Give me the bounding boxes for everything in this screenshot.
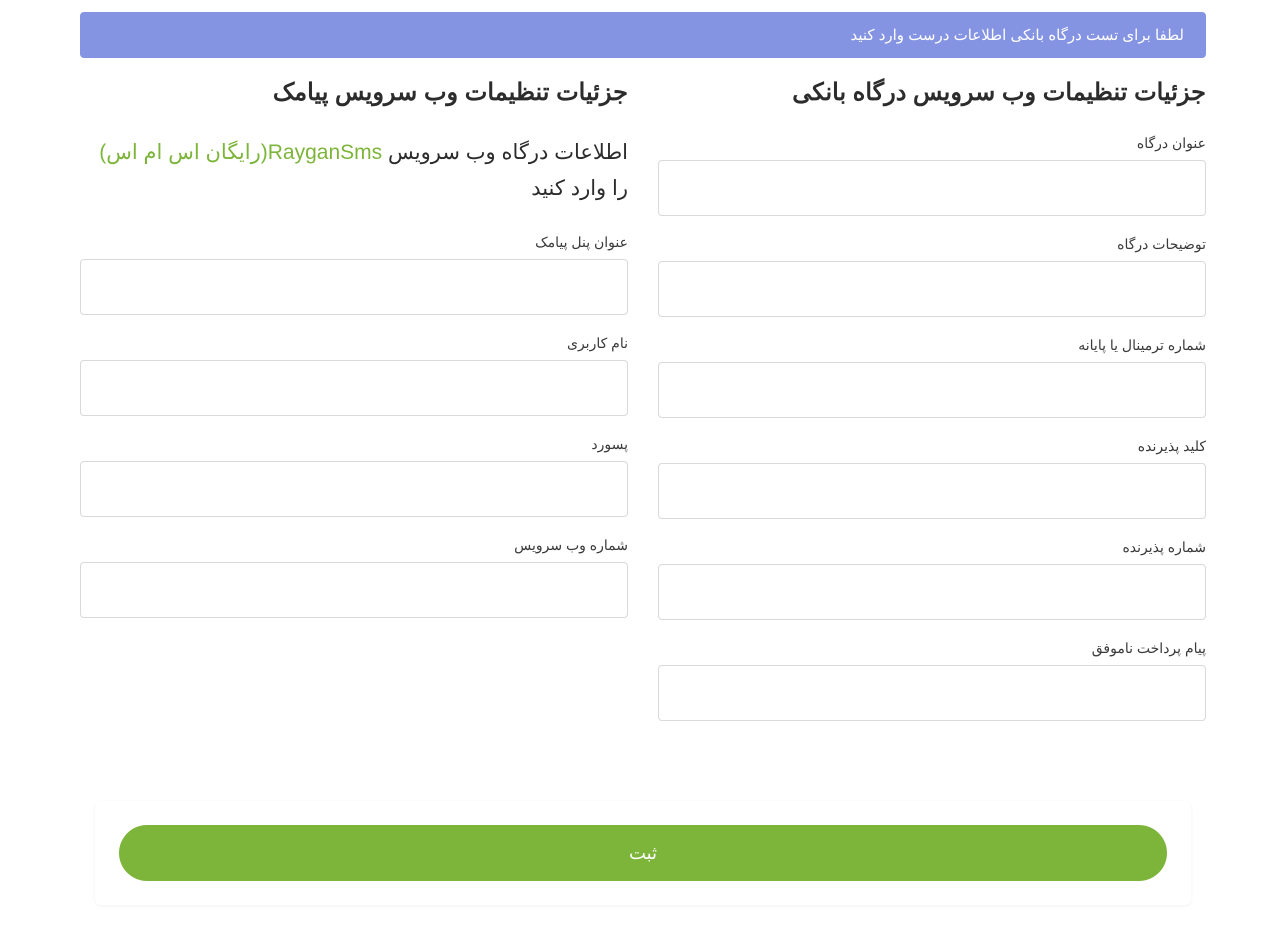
terminal-number-group: شماره ترمینال یا پایانه — [658, 337, 1206, 418]
info-alert: لطفا برای تست درگاه بانکی اطلاعات درست و… — [80, 12, 1206, 58]
acceptor-key-label: کلید پذیرنده — [658, 438, 1206, 455]
sms-service-number-label: شماره وب سرویس — [80, 537, 628, 554]
gateway-description-label: توضیحات درگاه — [658, 236, 1206, 253]
acceptor-number-group: شماره پذیرنده — [658, 539, 1206, 620]
sms-username-group: نام کاربری — [80, 335, 628, 416]
submit-button[interactable]: ثبت — [119, 825, 1167, 881]
acceptor-key-group: کلید پذیرنده — [658, 438, 1206, 519]
sms-subheading: اطلاعات درگاه وب سرویس RayganSms(رایگان … — [80, 135, 628, 206]
alert-text: لطفا برای تست درگاه بانکی اطلاعات درست و… — [850, 27, 1184, 44]
sms-username-label: نام کاربری — [80, 335, 628, 352]
gateway-title-group: عنوان درگاه — [658, 135, 1206, 216]
form-columns: جزئیات تنظیمات وب سرویس درگاه بانکی عنوا… — [80, 78, 1206, 741]
terminal-number-input[interactable] — [658, 362, 1206, 418]
acceptor-key-input[interactable] — [658, 463, 1206, 519]
terminal-number-label: شماره ترمینال یا پایانه — [658, 337, 1206, 354]
fail-message-label: پیام پرداخت ناموفق — [658, 640, 1206, 657]
sms-brand-fa: (رایگان اس ام اس) — [99, 141, 268, 164]
bank-gateway-column: جزئیات تنظیمات وب سرویس درگاه بانکی عنوا… — [658, 78, 1206, 741]
acceptor-number-label: شماره پذیرنده — [658, 539, 1206, 556]
sms-panel-title-group: عنوان پنل پیامک — [80, 234, 628, 315]
sms-service-column: جزئیات تنظیمات وب سرویس پیامک اطلاعات در… — [80, 78, 628, 741]
gateway-title-input[interactable] — [658, 160, 1206, 216]
acceptor-number-input[interactable] — [658, 564, 1206, 620]
submit-card: ثبت — [95, 801, 1191, 905]
sms-password-label: پسورد — [80, 436, 628, 453]
bank-gateway-heading: جزئیات تنظیمات وب سرویس درگاه بانکی — [658, 78, 1206, 107]
fail-message-group: پیام پرداخت ناموفق — [658, 640, 1206, 721]
gateway-description-input[interactable] — [658, 261, 1206, 317]
sms-password-group: پسورد — [80, 436, 628, 517]
sms-password-input[interactable] — [80, 461, 628, 517]
sms-panel-title-label: عنوان پنل پیامک — [80, 234, 628, 251]
sms-service-number-group: شماره وب سرویس — [80, 537, 628, 618]
sms-service-number-input[interactable] — [80, 562, 628, 618]
gateway-description-group: توضیحات درگاه — [658, 236, 1206, 317]
sms-subheading-suffix: را وارد کنید — [531, 177, 628, 200]
sms-service-heading: جزئیات تنظیمات وب سرویس پیامک — [80, 78, 628, 107]
sms-brand-latin: RayganSms — [268, 141, 382, 164]
sms-panel-title-input[interactable] — [80, 259, 628, 315]
sms-subheading-prefix: اطلاعات درگاه وب سرویس — [382, 141, 628, 164]
sms-username-input[interactable] — [80, 360, 628, 416]
gateway-title-label: عنوان درگاه — [658, 135, 1206, 152]
fail-message-input[interactable] — [658, 665, 1206, 721]
